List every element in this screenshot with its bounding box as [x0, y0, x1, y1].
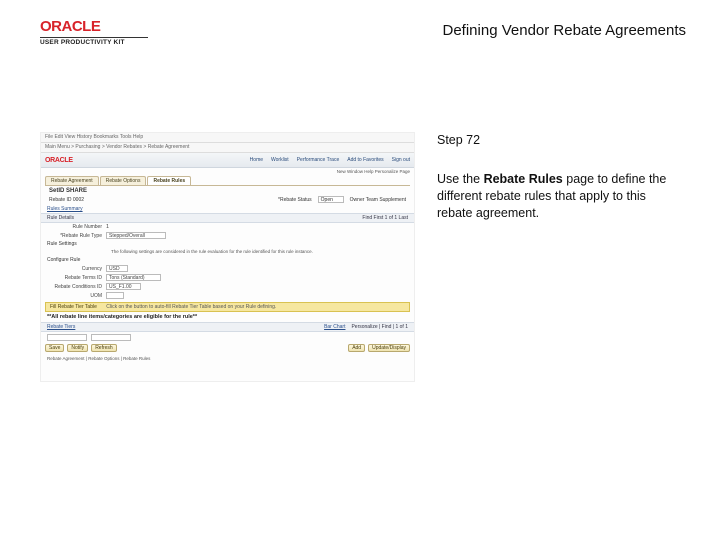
tiers-band: Rebate Tiers Bar Chart Personalize | Fin…	[41, 322, 414, 332]
update-display-button[interactable]: Update/Display	[368, 344, 410, 352]
oracle-logo: ORACLE	[40, 18, 148, 35]
tab-bar: Rebate Agreement Rebate Options Rebate R…	[45, 176, 410, 185]
logo-block: ORACLE USER PRODUCTIVITY KIT	[40, 18, 148, 46]
configure-rule-label: Configure Rule	[47, 257, 80, 263]
rule-type-label: *Rebate Rule Type	[47, 233, 102, 239]
rule-number-label: Rule Number	[47, 224, 102, 230]
save-button[interactable]: Save	[45, 344, 64, 352]
add-button[interactable]: Add	[348, 344, 365, 352]
instruction-text: Use the Rebate Rules page to define the …	[437, 171, 675, 222]
refresh-button[interactable]: Refresh	[91, 344, 117, 352]
instruction-bold: Rebate Rules	[484, 172, 563, 186]
tab-rebate-rules[interactable]: Rebate Rules	[147, 176, 191, 185]
user-line: New Window Help Personalize Page	[41, 168, 414, 175]
breadcrumb: Main Menu > Purchasing > Vendor Rebates …	[41, 143, 414, 153]
browser-menubar: File Edit View History Bookmarks Tools H…	[41, 133, 414, 143]
nav-trace[interactable]: Performance Trace	[297, 157, 340, 163]
rule-type-select[interactable]: Stepped/Overall	[106, 232, 166, 239]
foot-links[interactable]: Rebate Agreement | Rebate Options | Reba…	[41, 354, 414, 363]
fill-tier-note: Click on the button to auto-fill Rebate …	[106, 304, 276, 310]
instruction-column: Step 72 Use the Rebate Rules page to def…	[437, 132, 675, 222]
nav-fav[interactable]: Add to Favorites	[347, 157, 383, 163]
rule-details-band: Rule Details Find First 1 of 1 Last	[41, 213, 414, 223]
rule-details-label: Rule Details	[47, 215, 74, 221]
instruction-p1: Use the	[437, 172, 484, 186]
cond-label: Rebate Conditions ID	[47, 284, 102, 290]
tier-input-2[interactable]	[91, 334, 131, 341]
status-label: *Rebate Status	[278, 197, 312, 203]
tab-rebate-agreement[interactable]: Rebate Agreement	[45, 176, 99, 185]
rule-settings-label: Rule Settings	[47, 241, 77, 247]
settings-msg: The following settings are considered in…	[41, 248, 414, 256]
rules-summary-link[interactable]: Rules Summary	[41, 205, 414, 213]
terms-label: Rebate Terms ID	[47, 275, 102, 281]
cond-input[interactable]: US_F1.00	[106, 283, 141, 290]
rule-number-value: 1	[106, 224, 109, 230]
status-select[interactable]: Open	[318, 196, 344, 203]
app-logo: ORACLE	[45, 157, 73, 164]
app-nav[interactable]: Home Worklist Performance Trace Add to F…	[250, 157, 410, 163]
upk-label: USER PRODUCTIVITY KIT	[40, 39, 148, 46]
currency-label: Currency	[47, 266, 102, 272]
nav-worklist[interactable]: Worklist	[271, 157, 289, 163]
uom-label: UOM	[47, 293, 102, 299]
terms-select[interactable]: Tons (Standard)	[106, 274, 161, 281]
rebate-tiers-link[interactable]: Rebate Tiers	[47, 324, 75, 330]
currency-input[interactable]: USD	[106, 265, 128, 272]
rebate-id: Rebate ID 0002	[49, 197, 84, 203]
uom-input[interactable]	[106, 292, 124, 299]
rule-details-nav[interactable]: Find First 1 of 1 Last	[362, 215, 408, 221]
app-screenshot: File Edit View History Bookmarks Tools H…	[40, 132, 415, 382]
tab-rebate-options[interactable]: Rebate Options	[100, 176, 147, 185]
bar-chart-link[interactable]: Bar Chart	[324, 324, 345, 330]
fill-tier-bar: Fill Rebate Tier Table Click on the butt…	[45, 302, 410, 312]
app-header: ORACLE Home Worklist Performance Trace A…	[41, 153, 414, 168]
fill-tier-label: Fill Rebate Tier Table	[50, 304, 97, 310]
notify-button[interactable]: Notify	[67, 344, 88, 352]
setid-title: SetID SHARE	[41, 186, 414, 196]
nav-home[interactable]: Home	[250, 157, 263, 163]
nav-signout[interactable]: Sign out	[392, 157, 410, 163]
origin: Owner Team Supplement	[350, 197, 406, 203]
eligible-note: **All rebate line items/categories are e…	[41, 312, 414, 322]
page-title: Defining Vendor Rebate Agreements	[443, 22, 687, 39]
step-label: Step 72	[437, 132, 675, 149]
tier-input-1[interactable]	[47, 334, 87, 341]
logo-divider	[40, 37, 148, 38]
tiers-nav[interactable]: Personalize | Find | 1 of 1	[351, 324, 408, 330]
